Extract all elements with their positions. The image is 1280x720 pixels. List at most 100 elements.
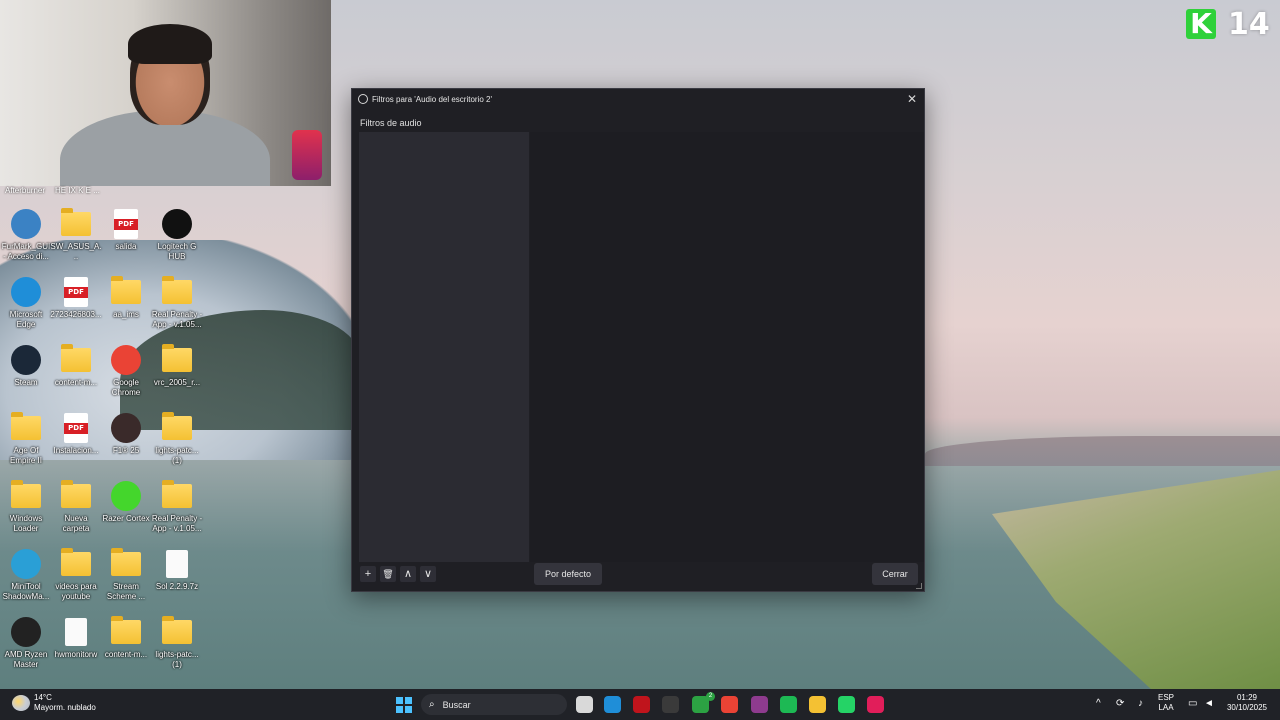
tray-overflow-chevron[interactable]: ^: [1096, 698, 1101, 709]
tiktok-app-icon[interactable]: [867, 696, 884, 713]
pdf-file-icon: [61, 413, 91, 443]
clock-date: 30/10/2025: [1226, 703, 1268, 712]
folder-icon: [111, 548, 141, 579]
desktop-icon-label: Sol 2.2.9.7z: [155, 582, 199, 591]
clock[interactable]: 01:29 30/10/2025: [1224, 693, 1270, 713]
desktop-icon[interactable]: Real Penalty - App - v.1.05...: [151, 480, 203, 534]
desktop-icon-label: 2723426803...: [50, 310, 102, 319]
close-button[interactable]: Cerrar: [872, 563, 918, 585]
folder-icon: [61, 208, 91, 239]
chrome-app-icon[interactable]: [721, 696, 738, 713]
cut-icon-label[interactable]: HE IX K E ...: [55, 186, 100, 195]
desktop-icon[interactable]: MiniTool ShadowMa...: [0, 549, 52, 602]
winrar-app-icon[interactable]: [751, 696, 768, 713]
language-indicator[interactable]: ESP LAA: [1158, 693, 1174, 713]
desktop-icon[interactable]: Google Chrome: [100, 345, 152, 398]
desktop-icon[interactable]: hwmonitorw: [50, 617, 102, 660]
desktop-icon[interactable]: Sol 2.2.9.7z: [151, 549, 203, 592]
xbox-notification-badge: 2: [706, 692, 715, 701]
desktop-icon-label: Windows Loader: [9, 514, 43, 533]
desktop-icon[interactable]: Nueva carpeta: [50, 480, 102, 534]
desktop-icon[interactable]: vrc_2005_r...: [151, 344, 203, 388]
desktop-icon[interactable]: content-m...: [100, 616, 152, 660]
audio-filters-list[interactable]: [359, 132, 529, 562]
folder-icon: [61, 344, 91, 375]
wallpaper-distant-hills: [925, 436, 1280, 466]
desktop-icon[interactable]: Logitech G HUB: [151, 209, 203, 262]
resize-grip[interactable]: [916, 583, 922, 589]
audio-filters-label: Filtros de audio: [360, 118, 422, 128]
edge-app-icon[interactable]: [604, 696, 621, 713]
desktop-icon[interactable]: Age Of Empire II: [0, 412, 52, 466]
desktop-icon-label: F1® 25: [112, 446, 140, 455]
desktop-icon[interactable]: FurMark_GUI - Acceso di...: [0, 209, 52, 262]
app-icon: [111, 481, 141, 511]
search-placeholder: Buscar: [442, 699, 471, 710]
red-app-icon[interactable]: [633, 696, 650, 713]
desktop-icon[interactable]: Windows Loader: [0, 480, 52, 534]
afterburner-label[interactable]: Afterburner: [5, 186, 45, 195]
desktop-icon[interactable]: lights-patc... (1): [151, 616, 203, 670]
desktop-icon[interactable]: F1® 25: [100, 413, 152, 456]
desktop-icon[interactable]: Real Penalty - App - v.1.05...: [151, 276, 203, 330]
refresh-tray-icon[interactable]: ⟳: [1116, 698, 1124, 709]
desktop-icon[interactable]: Instalacion...: [50, 413, 102, 456]
folder-app-icon[interactable]: [809, 696, 826, 713]
desktop-icon[interactable]: lights-patc... (1): [151, 412, 203, 466]
desktop-icon[interactable]: 2723426803...: [50, 277, 102, 320]
clock-time: 01:29: [1236, 693, 1258, 702]
folder-icon: [111, 276, 141, 307]
spotify-app-icon[interactable]: [780, 696, 797, 713]
desktop-icon[interactable]: Razer Cortex: [100, 481, 152, 524]
desktop-icon[interactable]: videos para youtube: [50, 548, 102, 602]
channel-logo: K 14: [1186, 6, 1270, 42]
desktop-icon[interactable]: salida: [100, 209, 152, 252]
desktop-icon[interactable]: Steam: [0, 345, 52, 388]
start-button[interactable]: [396, 697, 412, 713]
obs-app-icon[interactable]: [662, 696, 679, 713]
file-icon: [61, 617, 91, 647]
move-down-button[interactable]: ∨: [420, 566, 436, 582]
app-icon: [111, 413, 141, 443]
desktop-icon[interactable]: Microsoft Edge: [0, 277, 52, 330]
desktop-icon-label: AMD Ryzen Master: [4, 650, 48, 669]
cloudy-weather-icon: [12, 695, 30, 711]
desktop-icon[interactable]: aa_ims: [100, 276, 152, 320]
desktop-icon[interactable]: AMD Ryzen Master: [0, 617, 52, 670]
desktop-icon-label: Nueva carpeta: [62, 514, 90, 533]
defaults-button[interactable]: Por defecto: [534, 563, 602, 585]
dialog-titlebar[interactable]: Filtros para 'Audio del escritorio 2' ✕: [352, 89, 924, 109]
file-icon: [162, 549, 192, 579]
microphone-tray-icon[interactable]: ♪: [1138, 698, 1143, 709]
folder-icon: [162, 344, 192, 375]
desktop-icon-label: lights-patc... (1): [155, 446, 199, 465]
desktop-icon[interactable]: SW_ASUS_A...: [50, 208, 102, 262]
whatsapp-app-icon[interactable]: [838, 696, 855, 713]
app-icon: [11, 549, 41, 579]
desktop-icon-label: Microsoft Edge: [9, 310, 43, 329]
desktop-icon-label: lights-patc... (1): [155, 650, 199, 669]
network-tray-icon[interactable]: ▭: [1188, 698, 1197, 709]
app-icon: [11, 209, 41, 239]
webcam-overlay: [0, 0, 331, 186]
desktop-icon-label: Steam: [14, 378, 38, 387]
weather-widget[interactable]: 14°C Mayorm. nublado: [12, 693, 96, 713]
desktop-icon-label: Stream Scheme ...: [106, 582, 146, 601]
remove-filter-button[interactable]: 🗑: [380, 566, 396, 582]
folder-icon: [162, 616, 192, 647]
logo-number: 14: [1228, 6, 1270, 42]
obs-icon: [358, 94, 368, 104]
desktop-icon[interactable]: content-m...: [50, 344, 102, 388]
close-icon[interactable]: ✕: [904, 91, 920, 107]
file-explorer-app-icon[interactable]: [576, 696, 593, 713]
add-filter-button[interactable]: +: [360, 566, 376, 582]
weather-description: Mayorm. nublado: [34, 703, 96, 712]
search-box[interactable]: ⌕ Buscar: [421, 694, 567, 715]
pdf-file-icon: [111, 209, 141, 239]
desktop-icon-label: videos para youtube: [55, 582, 97, 601]
desktop-icon[interactable]: Stream Scheme ...: [100, 548, 152, 602]
desktop-icon-label: Logitech G HUB: [157, 242, 197, 261]
move-up-button[interactable]: ∧: [400, 566, 416, 582]
desktop-icon-label: hwmonitorw: [54, 650, 98, 659]
volume-tray-icon[interactable]: ◄: [1204, 698, 1214, 709]
